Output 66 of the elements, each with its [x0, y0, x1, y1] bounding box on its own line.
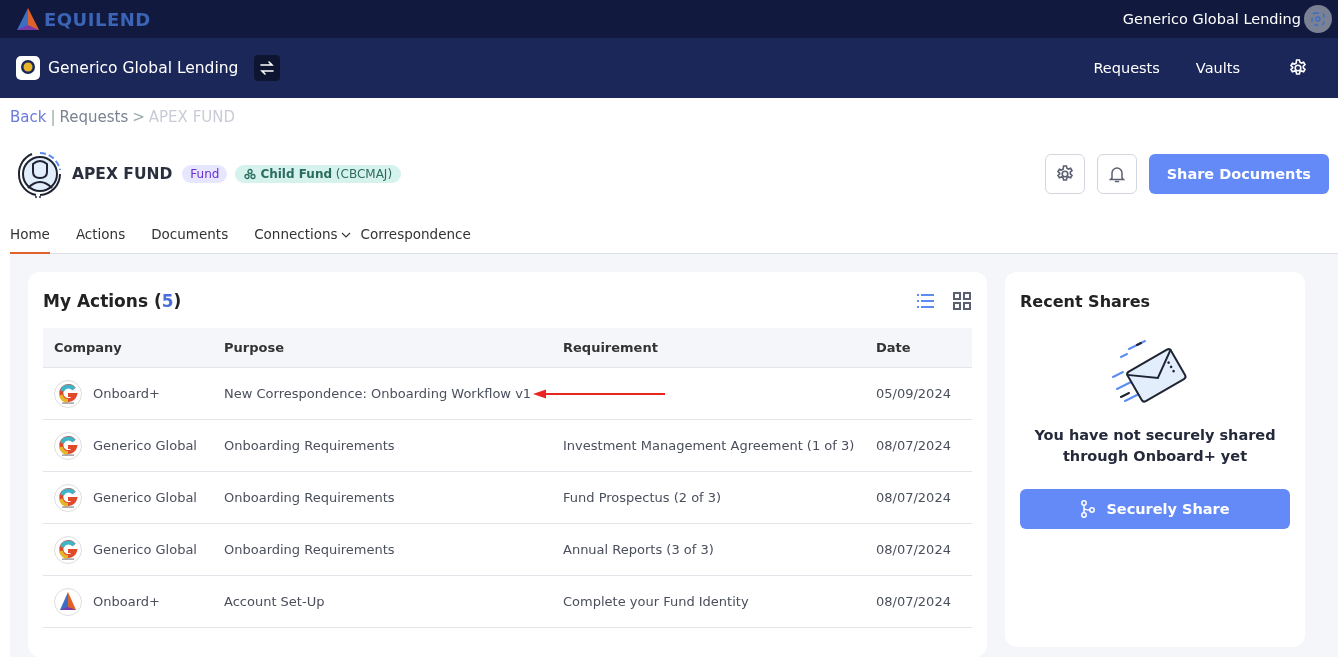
- company-logo-icon: [54, 431, 82, 460]
- settings-icon: [1054, 164, 1075, 184]
- tab[interactable]: Correspondence: [360, 226, 471, 254]
- company-logo-icon: [54, 379, 82, 408]
- company-logo-icon: [54, 535, 82, 564]
- table-row[interactable]: Generico Global Onboarding Requirements Fund Prospectus (2 of 3) 08/07/2024: [43, 472, 972, 524]
- relation-text: Child Fund (CBCMAJ): [260, 167, 393, 181]
- nav-link[interactable]: Requests: [1093, 60, 1160, 76]
- table-row[interactable]: Generico Global Onboarding Requirements Investment Management Agreement (1 of 3) 08/07/2024: [43, 420, 972, 472]
- notifications-button[interactable]: [1096, 154, 1137, 194]
- org-logo-icon: [16, 56, 40, 80]
- date-text: 08/07/2024: [876, 542, 951, 557]
- bell-icon: [1106, 164, 1127, 184]
- list-view-icon[interactable]: [916, 291, 936, 311]
- breadcrumb-link[interactable]: Back: [10, 108, 47, 128]
- purpose-text: Onboarding Requirements: [224, 490, 395, 505]
- column-header: Requirement: [563, 340, 659, 355]
- purpose-text: Onboarding Requirements: [224, 542, 395, 557]
- avatar-icon[interactable]: [1304, 5, 1332, 33]
- company-name: Generico Global: [93, 542, 197, 557]
- date-text: 08/07/2024: [876, 490, 951, 505]
- column-header: Date: [876, 340, 912, 355]
- requirement-text: Complete your Fund Identity: [563, 594, 749, 609]
- requirement-text: Annual Reports (3 of 3): [563, 542, 714, 557]
- date-text: 05/09/2024: [876, 386, 951, 401]
- company-name: Generico Global: [93, 438, 197, 453]
- grid-view-icon[interactable]: [952, 291, 972, 311]
- company-logo-icon: [54, 483, 82, 512]
- type-badge: Fund: [182, 165, 228, 183]
- settings-icon[interactable]: [1288, 58, 1308, 78]
- table-row[interactable]: Generico Global Onboarding Requirements Annual Reports (3 of 3) 08/07/2024: [43, 524, 972, 576]
- tab[interactable]: Connections: [254, 226, 351, 254]
- card-title: My Actions (5): [43, 291, 182, 311]
- breadcrumb-separator: >: [132, 108, 145, 128]
- settings-button[interactable]: [1044, 154, 1085, 194]
- user-name: Generico Global Lending: [1122, 11, 1301, 27]
- nav-link[interactable]: Vaults: [1195, 60, 1240, 76]
- tab[interactable]: Actions: [75, 226, 126, 254]
- logo-icon: [16, 7, 40, 31]
- company-logo-icon: [54, 587, 82, 616]
- column-header: Company: [54, 340, 123, 355]
- hierarchy-icon: [244, 168, 257, 180]
- table-row[interactable]: Onboard+ New Correspondence: Onboarding Workflow v1 05/09/2024: [43, 368, 972, 420]
- switch-button[interactable]: [254, 55, 281, 81]
- org-name: Generico Global Lending: [48, 59, 239, 77]
- company-name: Onboard+: [93, 594, 160, 609]
- card-title: Recent Shares: [1020, 292, 1151, 311]
- empty-message: You have not securely shared through Onboard+ yet: [1033, 426, 1277, 466]
- requirement-text: Fund Prospectus (2 of 3): [563, 490, 722, 505]
- breadcrumb-separator: |: [50, 108, 56, 128]
- company-name: Onboard+: [93, 386, 160, 401]
- company-name: Generico Global: [93, 490, 197, 505]
- date-text: 08/07/2024: [876, 438, 951, 453]
- purpose-text: Account Set-Up: [224, 594, 325, 609]
- fund-avatar-icon: [16, 150, 64, 198]
- column-header: Purpose: [224, 340, 285, 355]
- purpose-text: New Correspondence: Onboarding Workflow v1: [224, 386, 532, 401]
- requirement-text: Investment Management Agreement (1 of 3): [563, 438, 855, 453]
- share-icon: [1080, 500, 1097, 518]
- breadcrumb-link[interactable]: Requests: [59, 108, 129, 128]
- date-text: 08/07/2024: [876, 594, 951, 609]
- tab[interactable]: Documents: [151, 226, 229, 254]
- entity-name: APEX FUND: [72, 165, 173, 183]
- table-row[interactable]: Onboard+ Account Set-Up Complete your Fund Identity 08/07/2024: [43, 576, 972, 628]
- purpose-text: Onboarding Requirements: [224, 438, 395, 453]
- logo-text: EQUILEND: [44, 8, 151, 30]
